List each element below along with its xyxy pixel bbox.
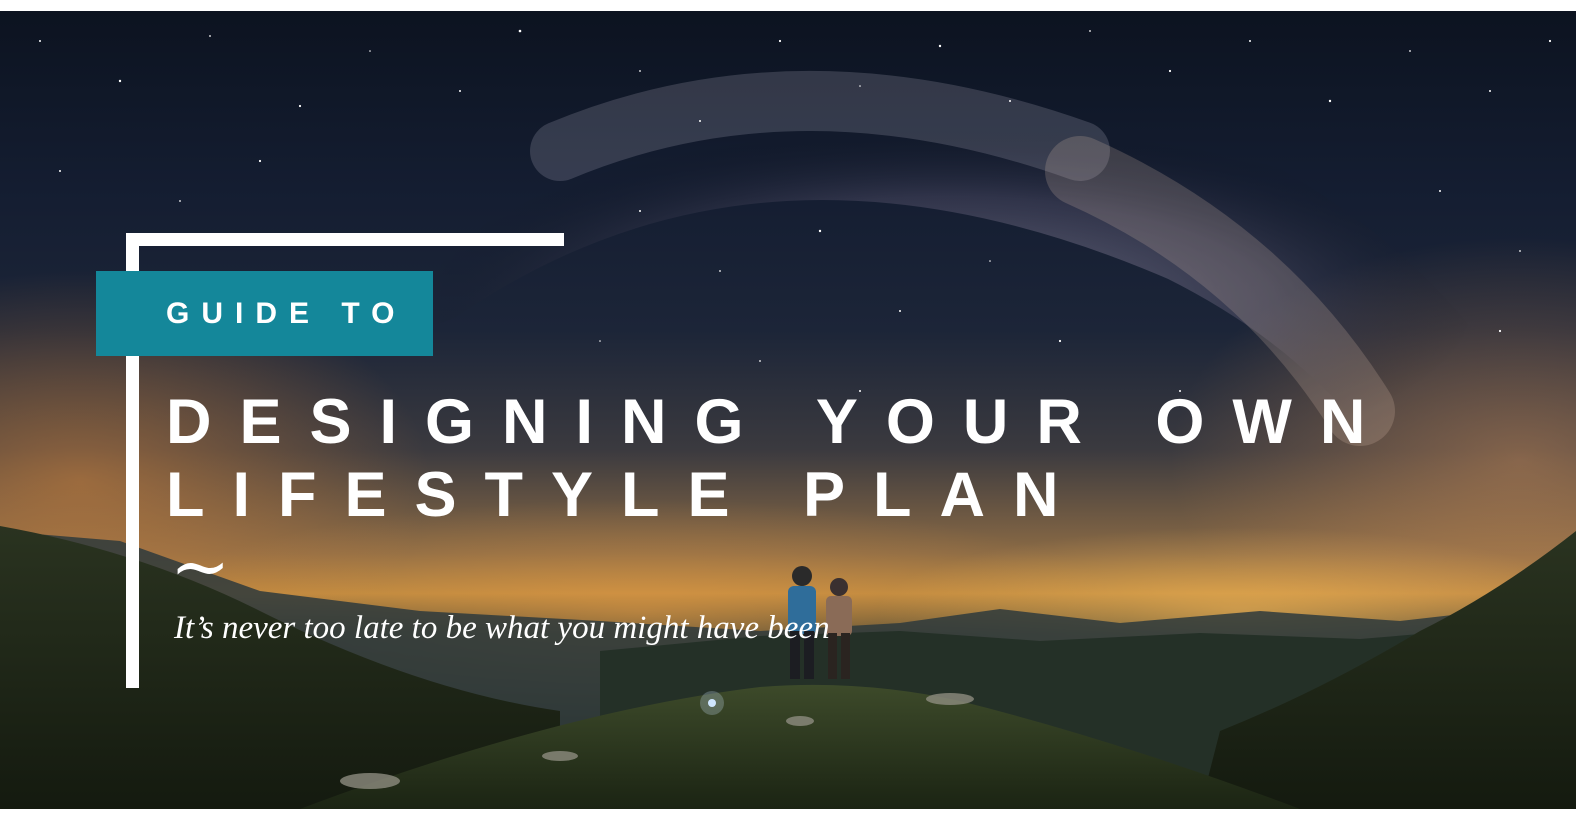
tagline-quote: It’s never too late to be what you might… — [174, 610, 830, 646]
guide-to-label: GUIDE TO — [166, 296, 407, 330]
frame-top-bar — [126, 233, 564, 246]
title-line-2: LIFESTYLE PLAN — [166, 460, 1087, 530]
page-title: DESIGNING YOUR OWN LIFESTYLE PLAN — [166, 386, 1466, 532]
title-line-1: DESIGNING YOUR OWN — [166, 387, 1394, 457]
tilde-ornament: ~ — [170, 524, 231, 608]
guide-to-badge: GUIDE TO — [96, 271, 433, 356]
